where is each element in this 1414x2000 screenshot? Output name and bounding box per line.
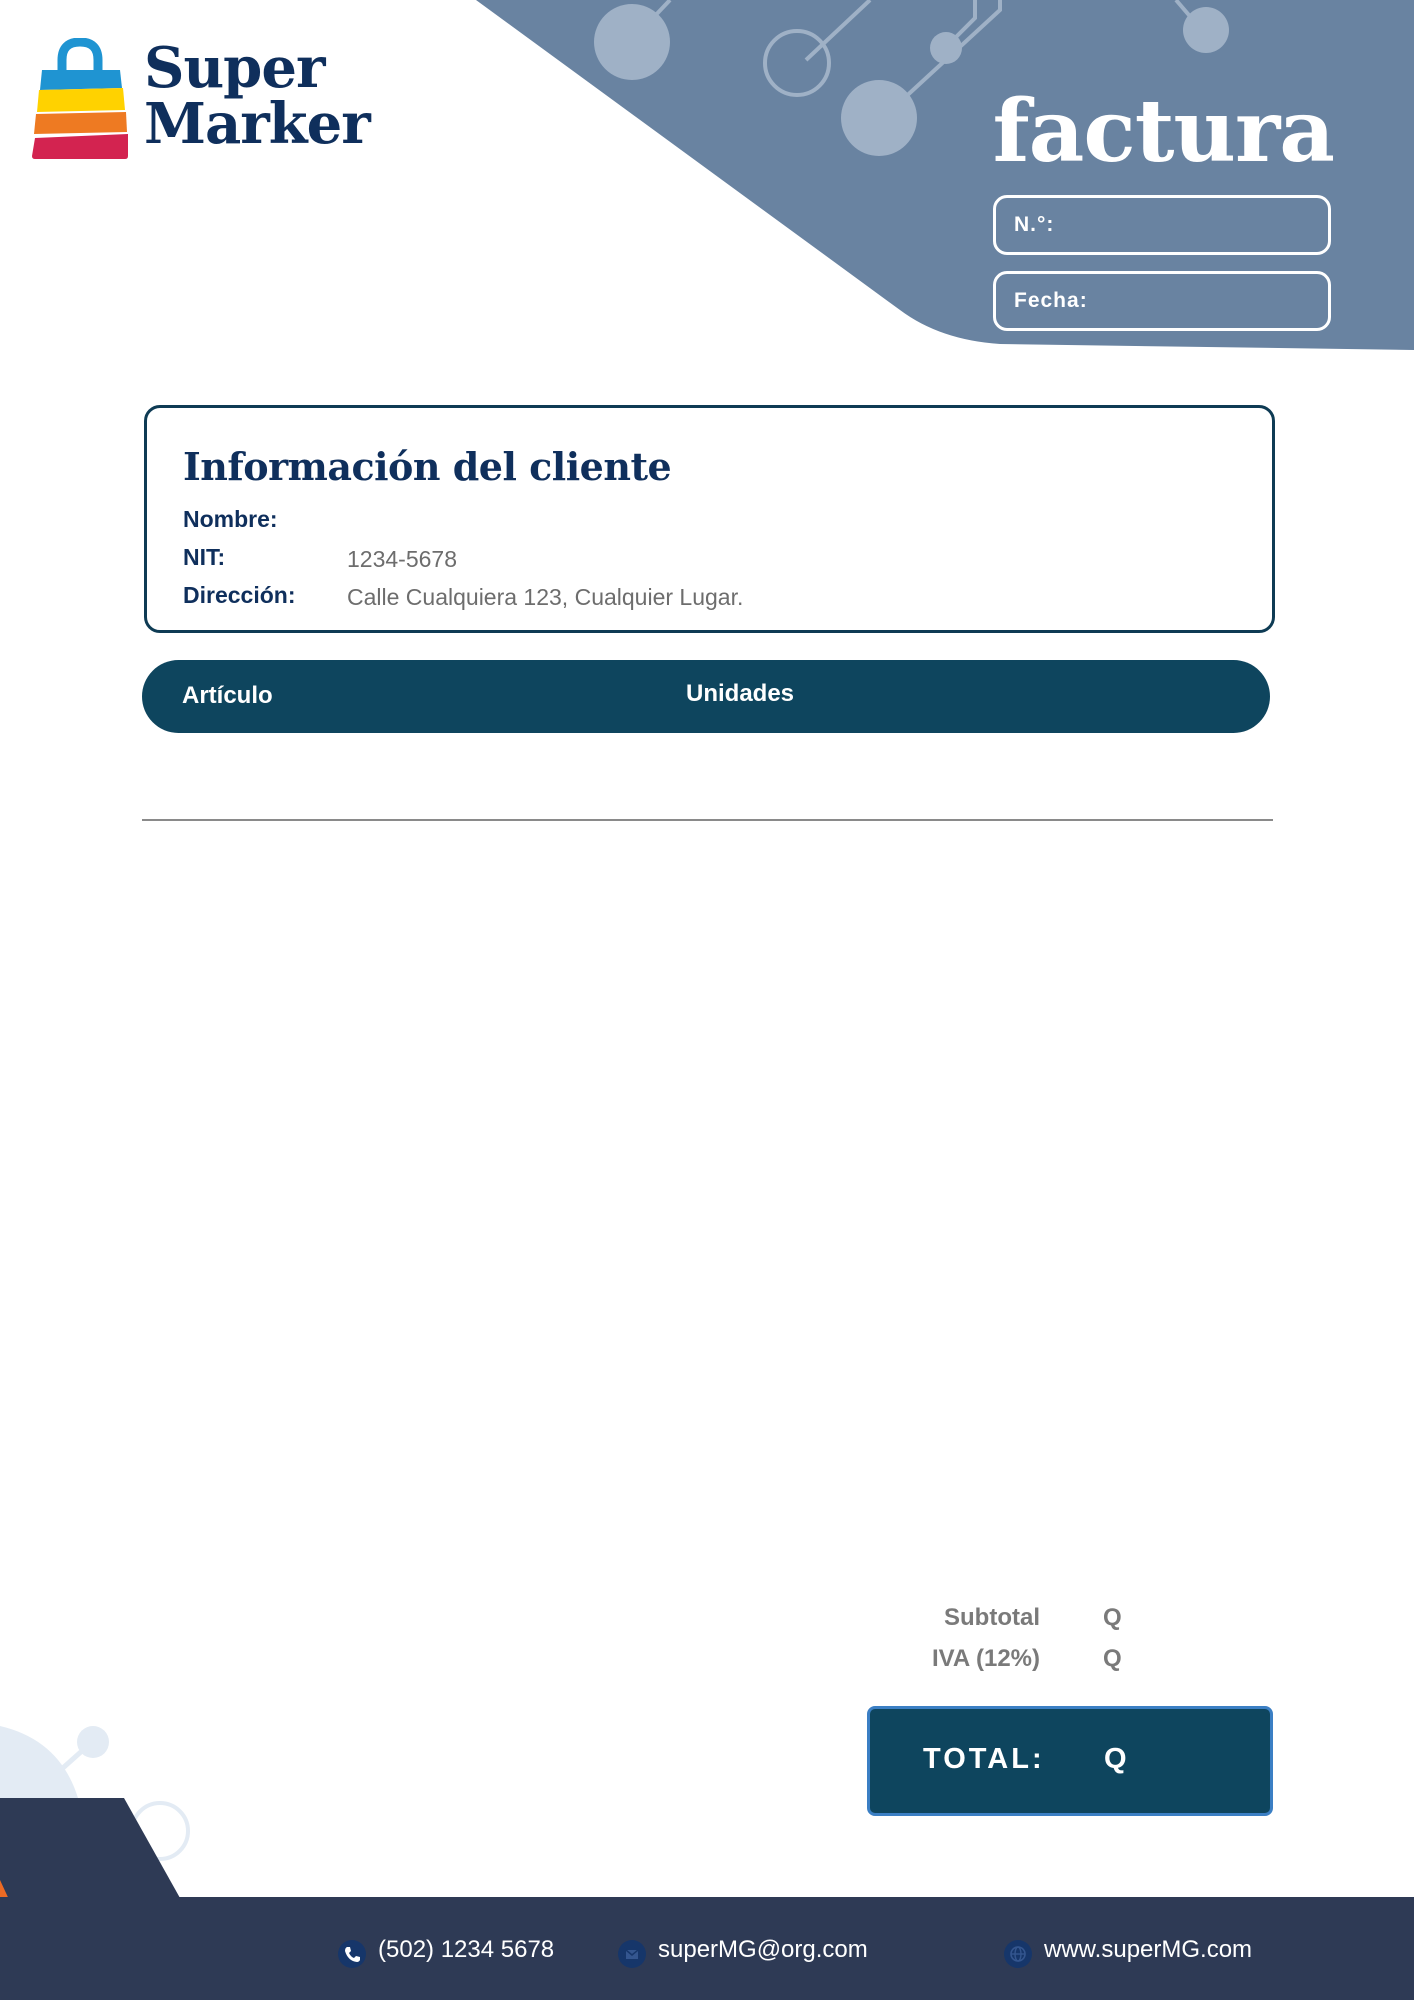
email-icon [618,1940,646,1968]
phone-icon [338,1940,366,1968]
invoice-number-label: N.°: [1014,213,1055,236]
client-info-title: Información del cliente [183,444,672,489]
phone-number: (502) 1234 5678 [378,1936,555,1963]
website-url: www.superMG.com [1044,1936,1253,1963]
total-box: TOTAL: Q [867,1706,1273,1816]
logo-text-marker: Marker [144,91,371,157]
column-header-units: Unidades [686,680,795,707]
client-nit-value[interactable]: 1234-5678 [347,546,457,573]
client-info-card: Información del cliente Nombre: NIT: 123… [144,405,1275,633]
table-divider [142,819,1273,821]
email-address: superMG@org.com [658,1936,868,1963]
client-nit-label: NIT: [183,544,226,570]
client-name-label: Nombre: [183,506,278,532]
invoice-date-label: Fecha: [1014,289,1088,312]
client-address-label: Dirección: [183,582,296,608]
column-header-article: Artículo [182,682,273,709]
tax-label: IVA (12%) [931,1645,1040,1672]
client-address-value[interactable]: Calle Cualquiera 123, Cualquier Lugar. [347,584,743,611]
subtotal-value: Q [1103,1604,1122,1631]
invoice-title: factura [992,81,1335,182]
subtotal-label: Subtotal [944,1604,1040,1631]
invoice-number-field[interactable]: N.°: [993,195,1331,255]
company-logo: Super Marker [30,35,371,168]
shopping-bag-icon [32,38,128,159]
logo-text-super: Super [144,35,325,101]
total-label: TOTAL: [923,1743,1045,1775]
globe-icon [1004,1940,1032,1968]
total-value: Q [1104,1743,1127,1775]
tax-value: Q [1103,1645,1122,1672]
items-table-header: Artículo Unidades [142,660,1270,733]
invoice-date-field[interactable]: Fecha: [993,271,1331,331]
